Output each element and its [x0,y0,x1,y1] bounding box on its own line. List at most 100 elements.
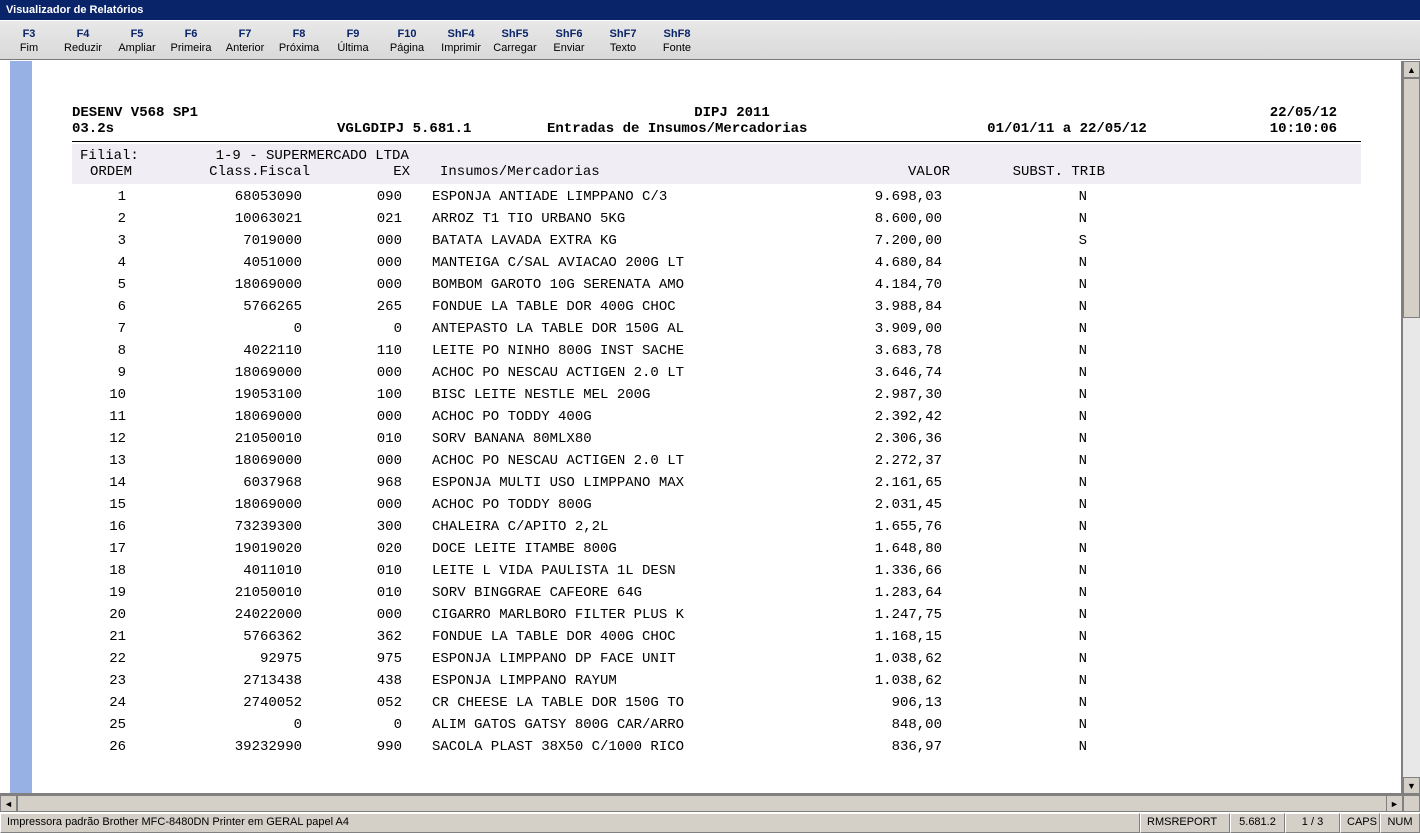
toolbar-button-página[interactable]: F10Página [380,23,434,59]
cell-desc: ESPONJA MULTI USO LIMPPANO MAX [422,472,792,494]
cell-desc: LEITE L VIDA PAULISTA 1L DESN [422,560,792,582]
cell-desc: SORV BANANA 80MLX80 [422,428,792,450]
scroll-corner [1403,795,1420,812]
cell-class-fiscal: 18069000 [132,274,332,296]
toolbar-label: Carregar [493,41,536,55]
toolbar-button-fonte[interactable]: ShF8Fonte [650,23,704,59]
cell-class-fiscal: 21050010 [132,582,332,604]
cell-valor: 2.272,37 [792,450,942,472]
cell-valor: 4.680,84 [792,252,942,274]
cell-st: N [942,208,1097,230]
cell-st: N [942,274,1097,296]
horizontal-scrollbar[interactable]: ◄ ► [0,794,1420,812]
cell-ex: 052 [332,692,422,714]
toolbar-label: Página [390,41,424,55]
cell-st: N [942,692,1097,714]
cell-class-fiscal: 2713438 [132,670,332,692]
cell-desc: SORV BINGGRAE CAFEORE 64G [422,582,792,604]
toolbar-button-carregar[interactable]: ShF5Carregar [488,23,542,59]
filial-label: Filial: [80,148,139,164]
table-row: 232713438438ESPONJA LIMPPANO RAYUM1.038,… [72,670,1361,692]
cell-ex: 021 [332,208,422,230]
toolbar-button-última[interactable]: F9Última [326,23,380,59]
cell-class-fiscal: 19053100 [132,384,332,406]
toolbar-key: ShF8 [664,27,691,41]
cell-ordem: 23 [72,670,132,692]
toolbar-button-ampliar[interactable]: F5Ampliar [110,23,164,59]
vscroll-track[interactable] [1403,78,1420,777]
scroll-left-arrow-icon[interactable]: ◄ [0,795,17,812]
hscroll-thumb[interactable] [17,795,1387,812]
cell-class-fiscal: 5766265 [132,296,332,318]
cell-class-fiscal: 18069000 [132,494,332,516]
toolbar-button-anterior[interactable]: F7Anterior [218,23,272,59]
table-row: 65766265265FONDUE LA TABLE DOR 400G CHOC… [72,296,1361,318]
cell-desc: ESPONJA LIMPPANO RAYUM [422,670,792,692]
cell-ordem: 7 [72,318,132,340]
scroll-down-arrow-icon[interactable]: ▼ [1403,777,1420,794]
cell-st: N [942,428,1097,450]
table-row: 215766362362FONDUE LA TABLE DOR 400G CHO… [72,626,1361,648]
cell-st: N [942,384,1097,406]
toolbar-button-fim[interactable]: F3Fim [2,23,56,59]
table-row: 518069000000BOMBOM GAROTO 10G SERENATA A… [72,274,1361,296]
cell-ordem: 3 [72,230,132,252]
cell-ex: 020 [332,538,422,560]
cell-class-fiscal: 5766362 [132,626,332,648]
table-row: 84022110110LEITE PO NINHO 800G INST SACH… [72,340,1361,362]
table-row: 168053090090ESPONJA ANTIADE LIMPPANO C/3… [72,186,1361,208]
cell-valor: 848,00 [792,714,942,736]
toolbar: F3FimF4ReduzirF5AmpliarF6PrimeiraF7Anter… [0,20,1420,60]
cell-valor: 3.683,78 [792,340,942,362]
cell-desc: ANTEPASTO LA TABLE DOR 150G AL [422,318,792,340]
cell-ordem: 11 [72,406,132,428]
cell-st: N [942,186,1097,208]
cell-class-fiscal: 4011010 [132,560,332,582]
cell-ordem: 13 [72,450,132,472]
cell-st: N [942,714,1097,736]
cell-st: N [942,516,1097,538]
cell-desc: BATATA LAVADA EXTRA KG [422,230,792,252]
report-time: 10:10:06 [1217,121,1337,137]
cell-ex: 000 [332,252,422,274]
report-rows: 168053090090ESPONJA ANTIADE LIMPPANO C/3… [72,186,1361,758]
scroll-right-arrow-icon[interactable]: ► [1386,795,1403,812]
toolbar-button-primeira[interactable]: F6Primeira [164,23,218,59]
toolbar-label: Imprimir [441,41,481,55]
toolbar-button-imprimir[interactable]: ShF4Imprimir [434,23,488,59]
scroll-up-arrow-icon[interactable]: ▲ [1403,61,1420,78]
cell-ex: 968 [332,472,422,494]
cell-valor: 7.200,00 [792,230,942,252]
cell-class-fiscal: 6037968 [132,472,332,494]
vscroll-thumb[interactable] [1403,78,1420,318]
vertical-scrollbar[interactable]: ▲ ▼ [1402,61,1420,794]
column-headers: ORDEM Class.Fiscal EX Insumos/Mercadoria… [80,164,1353,180]
titlebar: Visualizador de Relatórios [0,0,1420,20]
program-id: VGLGDIPJ 5.681.1 [337,121,547,137]
cell-st: N [942,406,1097,428]
table-row: 1673239300300CHALEIRA C/APITO 2,2L1.655,… [72,516,1361,538]
cell-desc: ACHOC PO NESCAU ACTIGEN 2.0 LT [422,362,792,384]
cell-class-fiscal: 39232990 [132,736,332,758]
cell-desc: LEITE PO NINHO 800G INST SACHE [422,340,792,362]
toolbar-button-texto[interactable]: ShF7Texto [596,23,650,59]
cell-st: N [942,582,1097,604]
table-row: 1019053100100BISC LEITE NESTLE MEL 200G2… [72,384,1361,406]
table-row: 44051000000MANTEIGA C/SAL AVIACAO 200G L… [72,252,1361,274]
cell-class-fiscal: 4022110 [132,340,332,362]
cell-ordem: 4 [72,252,132,274]
cell-valor: 2.987,30 [792,384,942,406]
hscroll-track[interactable] [17,795,1386,812]
cell-ex: 000 [332,450,422,472]
cell-desc: MANTEIGA C/SAL AVIACAO 200G LT [422,252,792,274]
report-period: 01/01/11 a 22/05/12 [917,121,1217,137]
report-viewer-window: Visualizador de Relatórios F3FimF4Reduzi… [0,0,1420,833]
toolbar-label: Texto [610,41,636,55]
cell-valor: 2.161,65 [792,472,942,494]
table-row: 2500ALIM GATOS GATSY 800G CAR/ARRO848,00… [72,714,1361,736]
cell-class-fiscal: 7019000 [132,230,332,252]
toolbar-button-enviar[interactable]: ShF6Enviar [542,23,596,59]
toolbar-button-próxima[interactable]: F8Próxima [272,23,326,59]
toolbar-button-reduzir[interactable]: F4Reduzir [56,23,110,59]
toolbar-label: Próxima [279,41,319,55]
